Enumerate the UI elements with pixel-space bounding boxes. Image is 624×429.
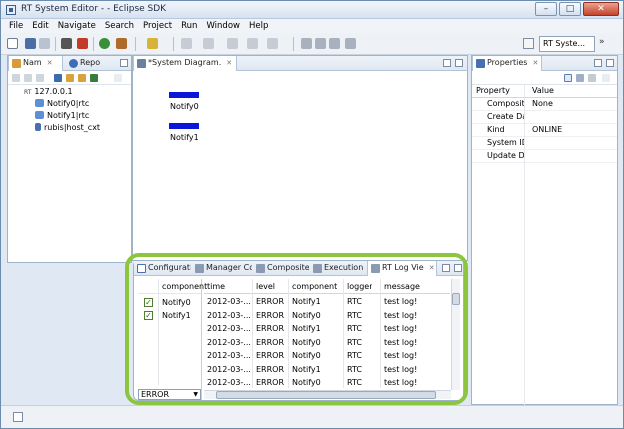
nav-forward-icon[interactable] <box>36 74 44 82</box>
properties-toolbar <box>472 71 617 85</box>
menu-navigate[interactable]: Navigate <box>58 19 96 33</box>
properties-menu-icon[interactable] <box>602 74 610 82</box>
new-icon[interactable] <box>7 38 18 49</box>
editor-minimize-icon[interactable] <box>443 59 451 67</box>
restore-default-icon[interactable] <box>588 74 596 82</box>
refresh-icon[interactable] <box>66 74 74 82</box>
collapse-icon[interactable] <box>54 74 62 82</box>
external-tools-icon[interactable] <box>116 38 127 49</box>
main-toolbar: RT Syste... » <box>1 33 623 55</box>
align-icon[interactable] <box>301 38 312 49</box>
maximize-button[interactable]: □ <box>559 2 581 16</box>
open-perspective-icon[interactable] <box>523 38 534 49</box>
properties-icon <box>476 59 485 68</box>
add-ns-icon[interactable] <box>78 74 86 82</box>
grid-icon[interactable] <box>315 38 326 49</box>
minimize-button[interactable]: – <box>535 2 557 16</box>
zoom-icon[interactable] <box>345 38 356 49</box>
tree-root[interactable]: RT 127.0.0.1 <box>24 87 73 96</box>
eclipse-window: RT System Editor - - Eclipse SDK – □ ✕ F… <box>0 0 624 429</box>
window-title: RT System Editor - - Eclipse SDK <box>21 4 167 14</box>
properties-view: Properties✕ Property Value Composite Non… <box>471 55 618 405</box>
navigator-view: Nam ✕ Repo RT 127.0.0.1 Notify0|rtc Notify… <box>7 55 132 263</box>
property-row[interactable]: Update Date <box>472 150 617 163</box>
component-notify1-label: Notify1 <box>170 133 199 142</box>
run-icon[interactable] <box>99 38 110 49</box>
tab-repository[interactable]: Repo <box>66 56 114 71</box>
properties-header: Property Value <box>472 85 617 98</box>
print-icon[interactable] <box>61 38 72 49</box>
tab-properties[interactable]: Properties ✕ <box>472 56 542 71</box>
menu-run[interactable]: Run <box>181 19 197 33</box>
window-controls: – □ ✕ <box>535 2 619 16</box>
property-row[interactable]: System ID <box>472 137 617 150</box>
home-icon[interactable] <box>12 74 20 82</box>
forward-icon[interactable] <box>247 38 258 49</box>
tree-item-notify0[interactable]: Notify0|rtc <box>35 99 89 108</box>
filter-icon[interactable] <box>90 74 98 82</box>
rtc-icon <box>35 99 44 107</box>
eclipse-app-icon <box>6 5 16 15</box>
view-menu-icon[interactable] <box>114 74 122 82</box>
repository-icon <box>69 59 78 68</box>
pen-icon[interactable] <box>147 38 158 49</box>
component-notify1[interactable] <box>169 123 199 129</box>
fast-view-icon[interactable] <box>13 412 23 422</box>
perspective-overflow[interactable]: » <box>599 37 605 47</box>
categories-icon[interactable] <box>564 74 572 82</box>
history-icon[interactable] <box>267 38 278 49</box>
properties-minimize-icon[interactable] <box>594 59 602 67</box>
tab-name-service[interactable]: Nam ✕ <box>8 56 63 71</box>
nav-back-icon[interactable] <box>24 74 32 82</box>
menu-file[interactable]: File <box>9 19 23 33</box>
menu-edit[interactable]: Edit <box>32 19 48 33</box>
properties-tabs: Properties ✕ <box>472 56 617 71</box>
menu-bar: File Edit Navigate Search Project Run Wi… <box>1 19 623 33</box>
log-view-highlight <box>125 253 468 405</box>
system-diagram-editor: *System Diagram. ✕ Notify0 Notify1 <box>132 55 468 261</box>
menu-window[interactable]: Window <box>206 19 240 33</box>
tab-system-diagram[interactable]: *System Diagram. ✕ <box>133 56 237 71</box>
component-notify0-label: Notify0 <box>170 102 199 111</box>
layout-icon[interactable] <box>329 38 340 49</box>
property-row[interactable]: Create Date <box>472 111 617 124</box>
name-service-icon <box>12 59 21 68</box>
property-row[interactable]: Kind ONLINE <box>472 124 617 137</box>
menu-search[interactable]: Search <box>105 19 134 33</box>
save-icon[interactable] <box>25 38 36 49</box>
rtc-icon <box>35 111 44 119</box>
navigator-toolbar <box>8 71 131 85</box>
properties-maximize-icon[interactable] <box>606 59 614 67</box>
diagram-icon <box>137 59 146 68</box>
perspective-switcher[interactable]: RT Syste... <box>539 36 595 52</box>
navigator-tabs: Nam ✕ Repo <box>8 56 131 71</box>
editor-maximize-icon[interactable] <box>455 59 463 67</box>
advanced-icon[interactable] <box>576 74 584 82</box>
close-button[interactable]: ✕ <box>583 2 619 16</box>
tool-icon[interactable] <box>77 38 88 49</box>
navigator-minimize-icon[interactable] <box>120 59 128 67</box>
status-bar <box>1 405 623 428</box>
tree-item-notify1[interactable]: Notify1|rtc <box>35 111 89 120</box>
menu-project[interactable]: Project <box>143 19 172 33</box>
next-annotation-icon[interactable] <box>181 38 192 49</box>
tree-item-rubis[interactable]: rubis|host_cxt <box>35 123 100 132</box>
title-bar: RT System Editor - - Eclipse SDK – □ ✕ <box>1 1 623 19</box>
save-all-icon[interactable] <box>39 38 50 49</box>
component-notify0[interactable] <box>169 92 199 98</box>
back-icon[interactable] <box>227 38 238 49</box>
host-context-icon <box>35 123 41 131</box>
property-row[interactable]: Composite None <box>472 98 617 111</box>
editor-tabs: *System Diagram. ✕ <box>133 56 467 71</box>
prev-annotation-icon[interactable] <box>203 38 214 49</box>
menu-help[interactable]: Help <box>249 19 268 33</box>
